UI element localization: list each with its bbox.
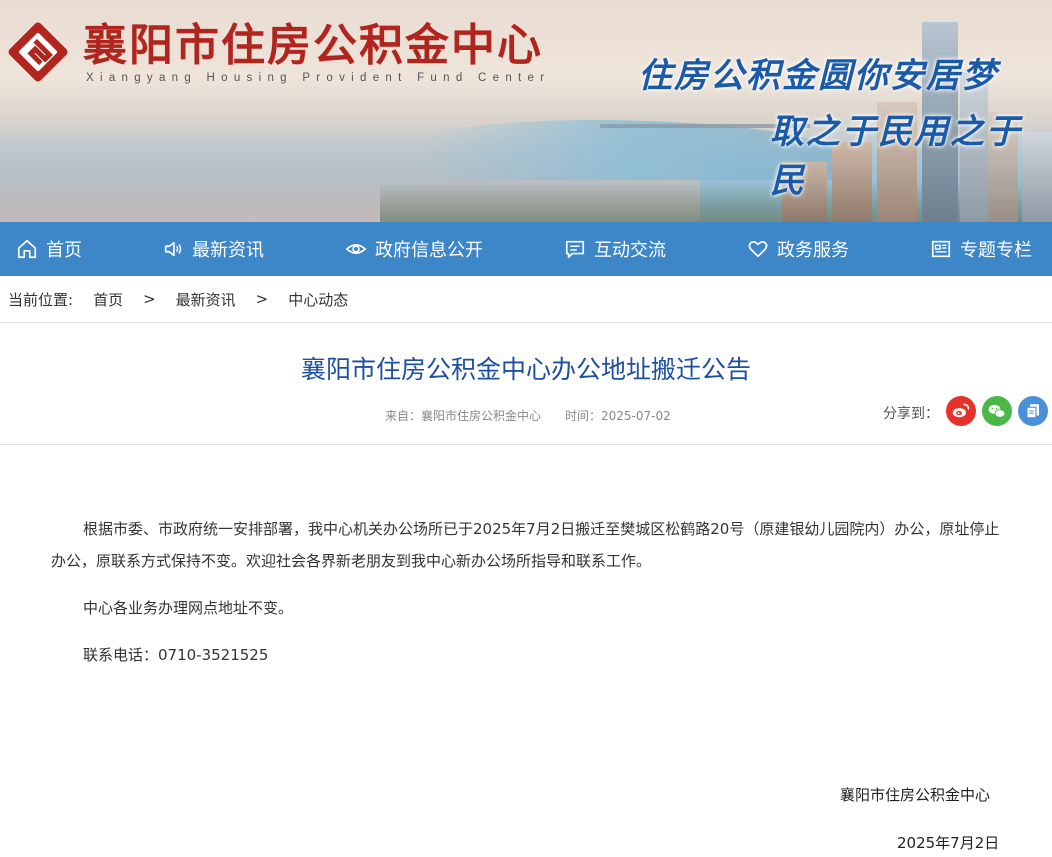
- main-nav: 首页 最新资讯 政府信息公开 互动交流 政务服务 专题专栏: [0, 222, 1052, 276]
- speaker-icon: [164, 241, 182, 257]
- article-source: 来自：襄阳市住房公积金中心: [385, 409, 542, 423]
- nav-item-services[interactable]: 政务服务: [747, 222, 849, 276]
- article-date: 2025年7月2日: [897, 834, 1000, 852]
- breadcrumb-separator: >: [143, 290, 156, 308]
- nav-label: 政府信息公开: [375, 240, 483, 261]
- logo-icon[interactable]: [6, 20, 70, 84]
- article-contact: 联系电话：0710-3521525: [83, 646, 269, 664]
- slogan-line-1: 住房公积金圆你安居梦: [638, 56, 998, 96]
- header-divider: [0, 444, 1052, 445]
- header-banner: 襄阳市住房公积金中心 Xiangyang Housing Provident F…: [0, 0, 1052, 222]
- copy-icon: [1026, 404, 1039, 419]
- nav-item-home[interactable]: 首页: [16, 222, 82, 276]
- share-copy-button[interactable]: [1018, 396, 1048, 426]
- share-label: 分享到：: [883, 406, 939, 422]
- article-signature: 襄阳市住房公积金中心: [840, 786, 991, 804]
- heart-icon: [748, 241, 768, 258]
- nav-item-interaction[interactable]: 互动交流: [564, 222, 666, 276]
- article-title: 襄阳市住房公积金中心办公地址搬迁公告: [300, 355, 751, 384]
- share-weibo-button[interactable]: [946, 396, 976, 426]
- home-icon: [17, 239, 37, 259]
- article-paragraph: 根据市委、市政府统一安排部署，我中心机关办公场所已于2025年7月2日搬迁至樊城…: [51, 520, 1000, 570]
- breadcrumb-label: 当前位置:: [8, 290, 74, 309]
- newspaper-icon: [931, 240, 951, 258]
- nav-item-gov-info[interactable]: 政府信息公开: [345, 222, 483, 276]
- article-time: 时间：2025-07-02: [565, 409, 671, 423]
- article-paragraph: 中心各业务办理网点地址不变。: [83, 599, 294, 617]
- breadcrumb-news-link[interactable]: 最新资讯: [176, 289, 236, 310]
- nav-label: 互动交流: [594, 240, 666, 261]
- nav-label: 政务服务: [777, 240, 849, 261]
- weibo-icon: [952, 403, 970, 418]
- breadcrumb: 当前位置: 首页 > 最新资讯 > 中心动态: [0, 276, 1052, 323]
- nav-item-topics[interactable]: 专题专栏: [930, 222, 1032, 276]
- site-title[interactable]: 襄阳市住房公积金中心: [83, 18, 543, 74]
- eye-icon: [345, 244, 367, 254]
- breadcrumb-home-link[interactable]: 首页: [93, 289, 123, 310]
- share-wechat-button[interactable]: [982, 396, 1012, 426]
- nav-label: 专题专栏: [960, 240, 1032, 261]
- nav-label: 最新资讯: [192, 240, 264, 261]
- chat-icon: [565, 240, 585, 259]
- breadcrumb-current-link[interactable]: 中心动态: [288, 289, 348, 310]
- site-subtitle: Xiangyang Housing Provident Fund Center: [86, 72, 551, 84]
- breadcrumb-separator: >: [255, 290, 269, 308]
- nav-item-news[interactable]: 最新资讯: [162, 222, 264, 276]
- wechat-icon: [988, 404, 1006, 418]
- nav-label: 首页: [46, 240, 82, 261]
- slogan-line-2: 取之于民用之于民: [770, 112, 1022, 201]
